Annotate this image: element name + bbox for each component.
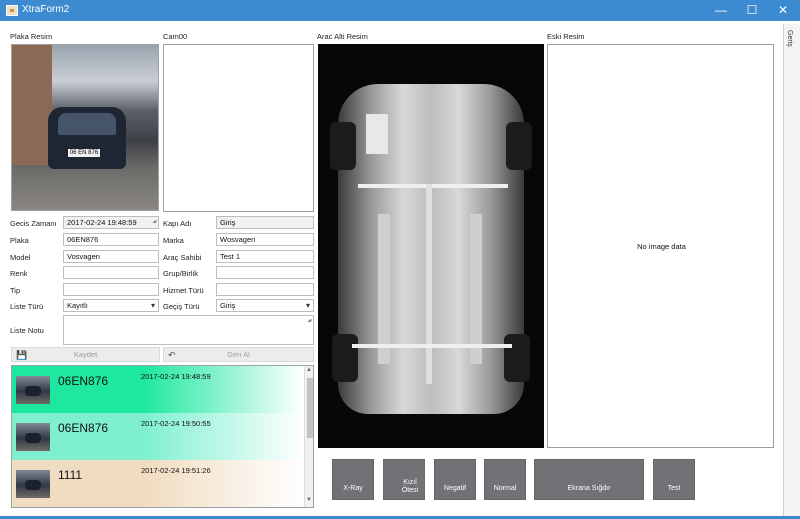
list-item-time: 2017-02-24 19:48:59 [141, 372, 211, 381]
plaka-label: Plaka [10, 236, 29, 245]
kizil-otesi-button[interactable]: Kızıl Ötesi [383, 459, 425, 500]
xray-label: X-Ray [343, 485, 363, 492]
camera-view [163, 44, 314, 212]
list-item-time: 2017-02-24 19:50:55 [141, 419, 211, 428]
list-item-thumbnail [16, 470, 50, 498]
renk-field[interactable] [63, 266, 159, 279]
underbody-wheel [506, 122, 532, 170]
underbody-component [470, 214, 482, 364]
underbody-component [366, 114, 388, 154]
marka-field[interactable]: Wosvagen [216, 233, 314, 246]
app-icon [6, 5, 18, 16]
normal-label: Normal [493, 485, 517, 492]
underbody-image [318, 44, 544, 448]
window-title: XtraForm2 [22, 4, 70, 15]
grup-birlik-field[interactable] [216, 266, 314, 279]
side-tab-gecis[interactable]: Geriş [786, 30, 793, 47]
arac-sahibi-label: Araç Sahibi [163, 253, 202, 262]
no-image-text: No image data [637, 242, 686, 251]
list-item[interactable]: 1111 2017-02-24 19:51:26 [12, 460, 304, 507]
list-item-plate: 1111 [58, 468, 83, 482]
close-button[interactable]: ✕ [768, 0, 798, 21]
undo-label: Geri Al [227, 350, 250, 359]
scroll-thumb[interactable] [307, 378, 313, 438]
undo-icon: ↶ [168, 350, 176, 360]
underbody-component [378, 214, 390, 364]
list-scrollbar[interactable]: ▲ ▼ [304, 366, 313, 507]
kapi-adi-label: Kapı Adı [163, 219, 192, 228]
liste-notu-field[interactable] [63, 315, 314, 345]
tip-label: Tip [10, 286, 21, 295]
xray-button[interactable]: X-Ray [332, 459, 374, 500]
eski-resim-label: Eski Resim [547, 32, 585, 41]
arac-sahibi-field[interactable]: Test 1 [216, 250, 314, 263]
underbody-wheel [504, 334, 530, 382]
plaka-resim-label: Plaka Resim [10, 32, 53, 41]
negatif-button[interactable]: Negatif [434, 459, 476, 500]
model-label: Model [10, 253, 31, 262]
list-item-thumbnail [16, 423, 50, 451]
kizil-otesi-label: Kızıl Ötesi [390, 479, 430, 495]
ekrana-sigdir-label: Ekrana Sığdır [567, 485, 611, 492]
passage-list: 06EN876 2017-02-24 19:48:59 06EN876 2017… [11, 365, 314, 508]
grup-birlik-label: Grup/Birlik [163, 269, 199, 278]
list-item-thumbnail [16, 376, 50, 404]
underbody-wheel [332, 334, 358, 382]
scroll-up-icon[interactable]: ▲ [306, 367, 312, 373]
list-item-plate: 06EN876 [58, 421, 109, 435]
underbody-pipe [358, 184, 508, 188]
cam-label: Cam00 [163, 32, 188, 41]
plaka-field[interactable]: 06EN876 [63, 233, 159, 246]
save-label: Kaydet [73, 350, 98, 359]
gecis-zamani-field[interactable]: 2017-02-24 19:48:59 [63, 216, 159, 229]
renk-label: Renk [10, 269, 28, 278]
liste-turu-label: Liste Türü [10, 302, 44, 311]
plate-photo: 06 EN 876 [11, 44, 159, 211]
gecis-zamani-label: Gecis Zamanı [10, 219, 57, 228]
gecis-turu-label: Geçiş Türü [163, 302, 200, 311]
kizil-label: Kızıl [403, 479, 417, 486]
otesi-label: Ötesi [401, 487, 419, 494]
gecis-turu-select[interactable]: Giriş [216, 299, 314, 312]
liste-turu-select[interactable]: Kayıtlı [63, 299, 159, 312]
arac-alti-label: Arac Alti Resim [317, 32, 368, 41]
list-item[interactable]: 06EN876 2017-02-24 19:50:55 [12, 413, 304, 460]
model-field[interactable]: Vosvagen [63, 250, 159, 263]
normal-button[interactable]: Normal [484, 459, 526, 500]
test-label: Test [667, 485, 681, 492]
tip-field[interactable] [63, 283, 159, 296]
list-item-plate: 06EN876 [58, 374, 109, 388]
old-image-view: No image data [547, 44, 774, 448]
ekrana-sigdir-button[interactable]: Ekrana Sığdır [534, 459, 644, 500]
hizmet-turu-label: Hizmet Türü [163, 286, 204, 295]
save-icon: 💾 [16, 350, 28, 360]
maximize-button[interactable]: ☐ [737, 0, 767, 21]
test-button[interactable]: Test [653, 459, 695, 500]
liste-notu-label: Liste Notu [10, 326, 44, 335]
underbody-pipe [352, 344, 512, 348]
side-panel-strip [783, 24, 800, 519]
underbody-pipe [426, 184, 432, 384]
title-bar: XtraForm2 — ☐ ✕ [0, 0, 800, 21]
marka-label: Marka [163, 236, 184, 245]
photo-plate-text: 06 EN 876 [68, 149, 100, 157]
scroll-down-icon[interactable]: ▼ [306, 497, 312, 503]
underbody-wheel [330, 122, 356, 170]
negatif-label: Negatif [443, 485, 467, 492]
undo-button[interactable]: ↶ Geri Al [163, 347, 314, 362]
hizmet-turu-field[interactable] [216, 283, 314, 296]
list-item-time: 2017-02-24 19:51:26 [141, 466, 211, 475]
list-item[interactable]: 06EN876 2017-02-24 19:48:59 [12, 366, 304, 413]
minimize-button[interactable]: — [706, 0, 736, 21]
save-button[interactable]: 💾 Kaydet [11, 347, 160, 362]
kapi-adi-field[interactable]: Giriş [216, 216, 314, 229]
